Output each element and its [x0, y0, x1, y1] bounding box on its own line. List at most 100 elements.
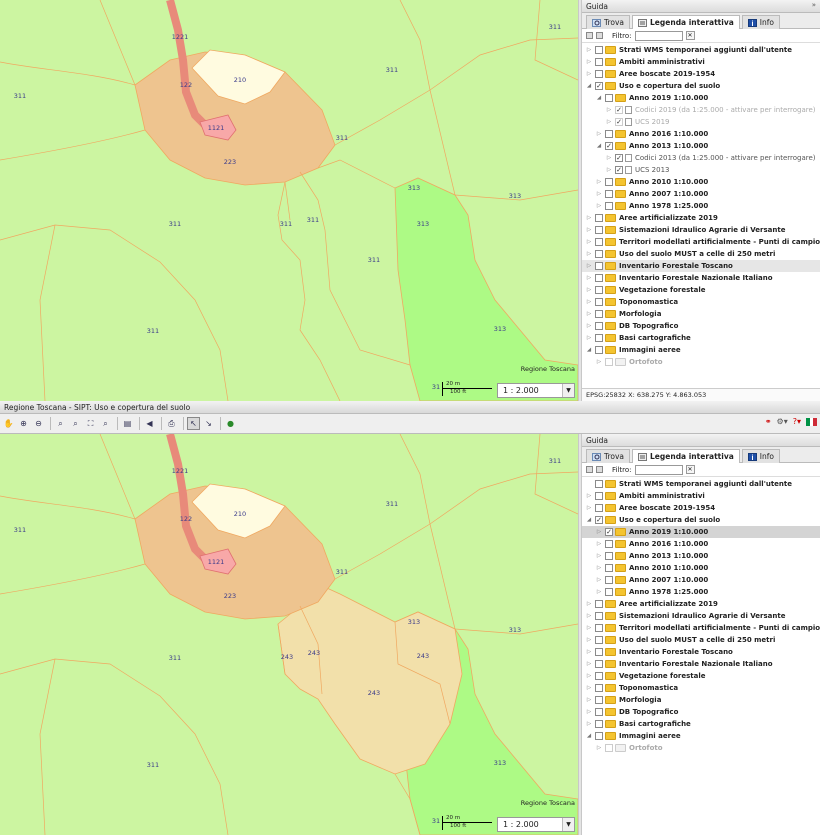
expand-node-icon[interactable]: ▷ — [585, 251, 593, 257]
expand-node-icon[interactable]: ▷ — [605, 155, 613, 161]
expand-node-icon[interactable]: ▷ — [595, 577, 603, 583]
scale-select[interactable]: 1 : 2.000 ▼ — [497, 817, 575, 832]
zoom-box-in-icon[interactable]: ⌕ — [54, 417, 67, 430]
layer-tree-item[interactable]: ▷ Strati WMS temporanei aggiunti dall'ute… — [582, 44, 820, 56]
tab-legenda-interattiva[interactable]: Legenda interattiva — [632, 15, 740, 29]
layer-tree-item[interactable]: ▷ Anno 2016 1:10.000 — [582, 128, 820, 140]
layer-checkbox[interactable] — [595, 214, 603, 222]
layer-checkbox[interactable]: ✓ — [595, 82, 603, 90]
print-icon[interactable]: ⎙ — [165, 417, 178, 430]
layer-tree-item[interactable]: ▷ ✓ Codici 2013 (da 1:25.000 - attivare pe… — [582, 152, 820, 164]
layer-checkbox[interactable]: ✓ — [605, 142, 613, 150]
link-icon[interactable]: ⚭ — [765, 417, 772, 426]
layer-checkbox[interactable] — [595, 334, 603, 342]
expand-node-icon[interactable]: ▷ — [585, 215, 593, 221]
tab-info[interactable]: Info — [741, 15, 780, 29]
collapse-node-icon[interactable]: ◢ — [585, 347, 593, 353]
collapse-node-icon[interactable]: ◢ — [585, 517, 593, 523]
layer-tree-item[interactable]: ▷ Vegetazione forestale — [582, 284, 820, 296]
layer-tree-item[interactable]: ▷ Inventario Forestale Nazionale Italiano — [582, 658, 820, 670]
layer-tree-item[interactable]: ▷ Anno 2007 1:10.000 — [582, 188, 820, 200]
expand-node-icon[interactable]: ▷ — [585, 709, 593, 715]
expand-node-icon[interactable]: ▷ — [585, 287, 593, 293]
layer-checkbox[interactable] — [595, 58, 603, 66]
expand-node-icon[interactable]: ▷ — [585, 697, 593, 703]
layer-tree-item[interactable]: ▷ Aree boscate 2019-1954 — [582, 68, 820, 80]
layer-tree-item[interactable]: ▷ Territori modellati artificialmente - P… — [582, 622, 820, 634]
expand-node-icon[interactable]: ▷ — [585, 625, 593, 631]
zoom-box-out-icon[interactable]: ⌕ — [69, 417, 82, 430]
expand-node-icon[interactable]: ▷ — [595, 179, 603, 185]
layer-tree-item[interactable]: ▷ Ortofoto — [582, 742, 820, 754]
help-icon[interactable]: ?▾ — [793, 417, 801, 426]
layer-checkbox[interactable] — [595, 624, 603, 632]
layer-tree-item[interactable]: ▷ Uso del suolo MUST a celle di 250 metri — [582, 248, 820, 260]
expand-node-icon[interactable]: ▷ — [595, 131, 603, 137]
layer-tree-item[interactable]: ▷ Sistemazioni Idraulico Agrarie di Versa… — [582, 610, 820, 622]
layer-checkbox[interactable] — [595, 720, 603, 728]
expand-node-icon[interactable]: ▷ — [585, 59, 593, 65]
expand-node-icon[interactable]: ▷ — [605, 167, 613, 173]
back-icon[interactable]: ◀ — [143, 417, 156, 430]
collapse-panel-icon[interactable]: » — [812, 1, 816, 9]
layer-checkbox[interactable] — [605, 178, 613, 186]
layer-tree-item[interactable]: ▷ Morfologia — [582, 694, 820, 706]
layer-tree-item[interactable]: ▷ Anno 2010 1:10.000 — [582, 562, 820, 574]
layer-checkbox[interactable]: ✓ — [615, 154, 623, 162]
layer-checkbox[interactable]: ✓ — [615, 106, 623, 114]
expand-node-icon[interactable]: ▷ — [585, 227, 593, 233]
clear-filter-icon[interactable]: ✕ — [685, 31, 695, 40]
print-menu-icon[interactable]: ▤ — [121, 417, 134, 430]
expand-node-icon[interactable]: ▷ — [585, 299, 593, 305]
expand-node-icon[interactable]: ▷ — [585, 661, 593, 667]
expand-node-icon[interactable]: ▷ — [595, 359, 603, 365]
layer-checkbox[interactable] — [595, 480, 603, 488]
layer-checkbox[interactable] — [595, 600, 603, 608]
layer-tree-item[interactable]: ▷ Aree artificializzate 2019 — [582, 598, 820, 610]
layer-checkbox[interactable] — [605, 190, 613, 198]
layer-tree-item[interactable]: ▷ Anno 1978 1:25.000 — [582, 586, 820, 598]
expand-node-icon[interactable]: ▷ — [595, 565, 603, 571]
expand-node-icon[interactable]: ▷ — [585, 493, 593, 499]
layer-checkbox[interactable] — [605, 540, 613, 548]
layer-tree-item[interactable]: ▷ Anno 2016 1:10.000 — [582, 538, 820, 550]
layer-tree-item[interactable]: ▷ Vegetazione forestale — [582, 670, 820, 682]
layer-checkbox[interactable] — [595, 250, 603, 258]
layer-tree-item[interactable]: ◢ ✓ Uso e copertura del suolo — [582, 80, 820, 92]
layer-checkbox[interactable] — [595, 612, 603, 620]
layer-tree-item[interactable]: ▷ Aree boscate 2019-1954 — [582, 502, 820, 514]
layer-checkbox[interactable] — [605, 564, 613, 572]
layer-tree-item[interactable]: ▷ Inventario Forestale Nazionale Italiano — [582, 272, 820, 284]
layer-checkbox[interactable] — [595, 298, 603, 306]
expand-node-icon[interactable]: ▷ — [595, 191, 603, 197]
layer-checkbox[interactable] — [595, 46, 603, 54]
tab-trova[interactable]: Trova — [586, 15, 631, 29]
layer-checkbox[interactable]: ✓ — [615, 118, 623, 126]
expand-node-icon[interactable]: ▷ — [585, 685, 593, 691]
layer-tree-item[interactable]: ▷ Ambiti amministrativi — [582, 56, 820, 68]
expand-node-icon[interactable]: ▷ — [585, 263, 593, 269]
layer-checkbox[interactable] — [595, 648, 603, 656]
layer-checkbox[interactable] — [605, 552, 613, 560]
clear-filter-icon[interactable]: ✕ — [685, 465, 695, 474]
expand-node-icon[interactable]: ▷ — [585, 721, 593, 727]
layer-checkbox[interactable] — [595, 732, 603, 740]
layer-tree-item[interactable]: ▷ Inventario Forestale Toscano — [582, 260, 820, 272]
collapse-node-icon[interactable]: ◢ — [595, 95, 603, 101]
expand-node-icon[interactable]: ▷ — [585, 239, 593, 245]
collapse-node-icon[interactable]: ◢ — [585, 83, 593, 89]
tab-trova[interactable]: Trova — [586, 449, 631, 463]
expand-node-icon[interactable]: ▷ — [595, 589, 603, 595]
expand-node-icon[interactable]: ▷ — [595, 529, 603, 535]
layer-checkbox[interactable]: ✓ — [595, 516, 603, 524]
expand-node-icon[interactable]: ▷ — [595, 541, 603, 547]
layer-tree-item[interactable]: ◢ Immagini aeree — [582, 730, 820, 742]
measure-icon[interactable]: ↘ — [202, 417, 215, 430]
layer-tree-item[interactable]: ▷ Basi cartografiche — [582, 332, 820, 344]
layer-checkbox[interactable] — [605, 576, 613, 584]
map-view-top[interactable]: 1221 122 210 1121 223 311 311 311 311 31… — [0, 0, 578, 401]
collapse-node-icon[interactable]: ◢ — [595, 143, 603, 149]
layer-checkbox[interactable]: ✓ — [605, 528, 613, 536]
layer-checkbox[interactable] — [595, 672, 603, 680]
layer-tree-item[interactable]: ▷ ✓ UCS 2019 — [582, 116, 820, 128]
